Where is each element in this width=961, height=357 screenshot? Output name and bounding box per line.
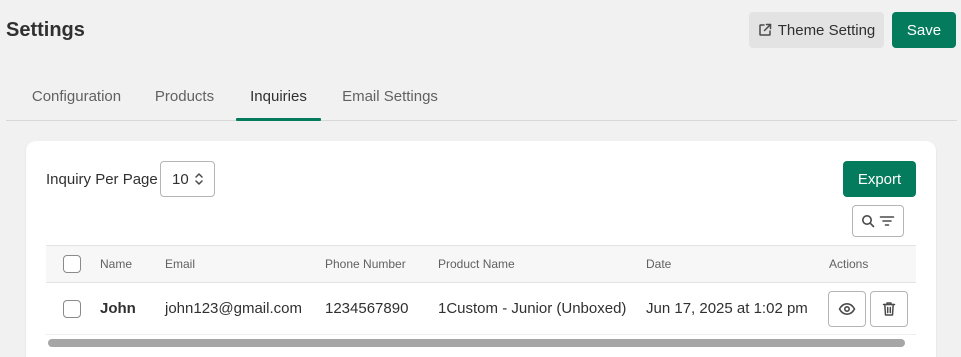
tab-bar: Configuration Products Inquiries Email S… xyxy=(6,72,957,121)
tab-configuration[interactable]: Configuration xyxy=(16,72,137,120)
search-icon xyxy=(862,215,875,228)
view-button[interactable] xyxy=(828,290,866,327)
eye-icon xyxy=(838,302,856,315)
select-all-checkbox[interactable] xyxy=(63,255,81,273)
search-filter-button[interactable] xyxy=(852,205,904,237)
tab-email-settings[interactable]: Email Settings xyxy=(331,72,449,120)
column-header-product[interactable]: Product Name xyxy=(438,246,515,282)
per-page-label: Inquiry Per Page xyxy=(46,171,158,188)
filter-icon xyxy=(879,216,895,226)
tab-products[interactable]: Products xyxy=(141,72,228,120)
page-title: Settings xyxy=(6,19,85,41)
chevron-up-down-icon xyxy=(194,173,203,185)
row-email: john123@gmail.com xyxy=(165,300,302,317)
per-page-value: 10 xyxy=(172,170,189,188)
inquiries-card: Inquiry Per Page 10 Export Name Email Ph… xyxy=(26,141,936,357)
trash-icon xyxy=(882,301,896,316)
external-link-icon xyxy=(758,23,771,36)
export-button[interactable]: Export xyxy=(843,161,916,197)
row-date: Jun 17, 2025 at 1:02 pm xyxy=(646,300,808,317)
tab-inquiries[interactable]: Inquiries xyxy=(236,72,321,121)
table-row[interactable]: John john123@gmail.com 1234567890 1Custo… xyxy=(46,283,916,335)
inquiries-table: Name Email Phone Number Product Name Dat… xyxy=(46,245,916,335)
column-header-phone[interactable]: Phone Number xyxy=(325,246,406,282)
row-product: 1Custom - Junior (Unboxed) xyxy=(438,300,627,317)
theme-setting-label: Theme Setting xyxy=(777,21,876,39)
row-phone: 1234567890 xyxy=(325,300,409,317)
select-all-cell xyxy=(63,246,81,282)
row-actions xyxy=(828,283,908,334)
horizontal-scrollbar[interactable] xyxy=(48,339,905,347)
theme-setting-button[interactable]: Theme Setting xyxy=(749,12,884,48)
settings-page: Settings Theme Setting Save Configuratio… xyxy=(0,0,961,357)
column-header-date[interactable]: Date xyxy=(646,246,671,282)
delete-button[interactable] xyxy=(870,290,908,327)
column-header-email[interactable]: Email xyxy=(165,246,195,282)
row-checkbox[interactable] xyxy=(63,299,81,318)
per-page-select[interactable]: 10 xyxy=(160,161,215,197)
column-header-name[interactable]: Name xyxy=(100,246,132,282)
column-header-actions: Actions xyxy=(829,257,869,271)
row-select-cell xyxy=(63,283,81,334)
row-name: John xyxy=(100,300,136,317)
save-button[interactable]: Save xyxy=(892,12,956,48)
table-header: Name Email Phone Number Product Name Dat… xyxy=(46,245,916,283)
